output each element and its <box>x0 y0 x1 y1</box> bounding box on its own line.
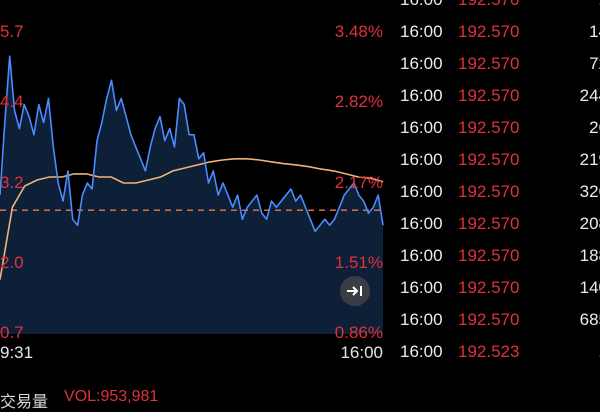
ticker-price: 192.570 <box>458 310 520 329</box>
ticker-row: 16:00 192.523 1 <box>400 336 600 368</box>
ticker-volume: 219 <box>579 150 600 169</box>
intraday-chart[interactable]: 5.7 4.4 3.2 2.0 0.7 3.48% 2.82% 2.17% 1.… <box>0 0 385 411</box>
left-axis-label: 0.7 <box>0 323 24 342</box>
x-axis-label-start: 9:31 <box>0 343 34 362</box>
ticker-row: 16:00 192.570 1 <box>400 0 600 16</box>
left-axis-label: 5.7 <box>0 22 24 41</box>
ticker-price: 192.570 <box>458 278 520 297</box>
collapse-panel-button[interactable] <box>340 276 370 306</box>
price-chart-svg <box>0 55 385 334</box>
ticker-price: 192.570 <box>458 54 520 73</box>
ticker-time: 16:00 <box>400 182 443 201</box>
left-axis-label: 4.4 <box>0 92 24 111</box>
ticker-row: 16:00 192.570 72 <box>400 48 600 80</box>
right-axis-label: 2.82% <box>334 92 383 111</box>
ticker-time: 16:00 <box>400 86 443 105</box>
ticker-row: 16:00 192.570 326 <box>400 176 600 208</box>
trade-ticker-list[interactable]: 16:00 192.570 1 16:00 192.570 14 16:00 192.570 7… <box>400 0 600 400</box>
ticker-time: 16:00 <box>400 214 443 233</box>
right-axis-label: 1.51% <box>334 253 383 272</box>
ticker-row: 16:00 192.570 140 <box>400 272 600 304</box>
ticker-volume: 188 <box>579 246 600 265</box>
ticker-price: 192.570 <box>458 118 520 137</box>
ticker-time: 16:00 <box>400 310 443 329</box>
ticker-volume: 140 <box>579 278 600 297</box>
right-axis-label: 3.48% <box>334 22 383 41</box>
arrow-to-right-icon <box>347 286 362 296</box>
left-axis-label: 3.2 <box>0 173 24 192</box>
ticker-time: 16:00 <box>400 278 443 297</box>
volume-label: 交易量 <box>0 394 49 411</box>
ticker-time: 16:00 <box>400 342 443 361</box>
ticker-row: 16:00 192.570 14 <box>400 16 600 48</box>
price-area-fill <box>0 56 383 334</box>
right-axis-label: 0.86% <box>334 323 383 342</box>
ticker-volume: 1 <box>548 336 600 368</box>
ticker-row: 16:00 192.570 188 <box>400 240 600 272</box>
ticker-price: 192.570 <box>458 246 520 265</box>
ticker-time: 16:00 <box>400 54 443 73</box>
ticker-time: 16:00 <box>400 246 443 265</box>
ticker-volume: 72 <box>589 54 600 73</box>
ticker-volume: 244 <box>579 86 600 105</box>
ticker-row: 16:00 192.570 244 <box>400 80 600 112</box>
ticker-volume: 208 <box>579 214 600 233</box>
ticker-price: 192.570 <box>458 182 520 201</box>
ticker-price: 192.570 <box>458 22 520 41</box>
x-axis-label-end: 16:00 <box>340 343 383 362</box>
ticker-volume: 26 <box>589 118 600 137</box>
volume-value: VOL:953,981 <box>64 388 159 405</box>
ticker-price: 192.570 <box>458 86 520 105</box>
ticker-row: 16:00 192.570 219 <box>400 144 600 176</box>
ticker-price: 192.570 <box>458 0 519 16</box>
ticker-price: 192.570 <box>458 150 520 169</box>
ticker-row: 16:00 192.570 208 <box>400 208 600 240</box>
ticker-price: 192.570 <box>458 214 520 233</box>
ticker-row: 16:00 192.570 685 <box>400 304 600 336</box>
ticker-row: 16:00 192.570 26 <box>400 112 600 144</box>
ticker-time: 16:00 <box>400 118 443 137</box>
ticker-time: 16:00 <box>400 22 443 41</box>
left-axis-label: 2.0 <box>0 253 24 272</box>
ticker-time: 16:00 <box>400 150 443 169</box>
ticker-volume: 685 <box>579 310 600 329</box>
ticker-volume: 1 <box>548 0 600 16</box>
ticker-price: 192.523 <box>458 342 520 361</box>
ticker-time: 16:00 <box>400 0 443 16</box>
right-axis-label: 2.17% <box>334 173 383 192</box>
volume-row: 交易量 VOL:953,981 <box>0 388 159 411</box>
ticker-volume: 326 <box>579 182 600 201</box>
ticker-volume: 14 <box>589 22 600 41</box>
